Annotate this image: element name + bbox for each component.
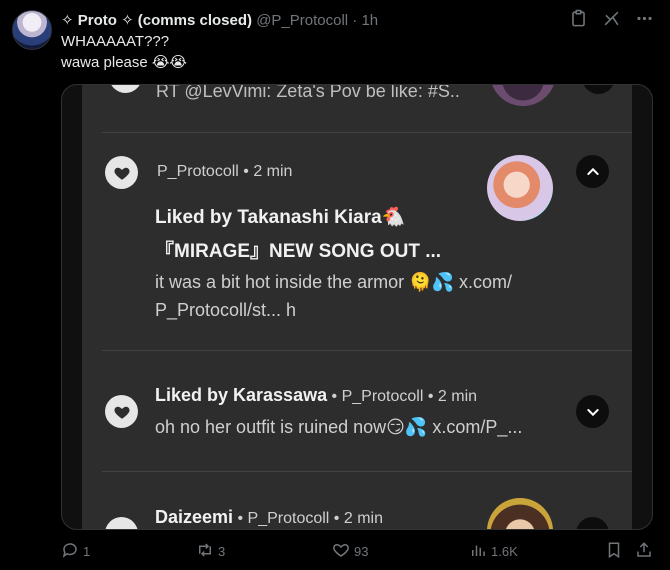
- notif-3-avatar: [487, 498, 553, 529]
- partial-chevron-top: [582, 85, 615, 94]
- views-icon: [469, 541, 487, 562]
- expand-chevron-button[interactable]: [576, 395, 609, 428]
- notification-screen: RT @LevVimi: Zeta's Pov be like: #S.. P_…: [82, 84, 632, 529]
- reply-icon: [61, 541, 79, 562]
- heart-icon: [105, 156, 138, 189]
- notif-3-header: Daizeemi • P_Protocoll • 2 min: [155, 507, 383, 528]
- views-count: 1.6K: [491, 544, 518, 559]
- reply-count: 1: [83, 544, 91, 559]
- clipboard-icon[interactable]: [569, 9, 588, 28]
- display-name[interactable]: ✧ Proto ✧ (comms closed): [61, 12, 252, 29]
- post-text-line-1: WHAAAAAT???: [61, 33, 170, 50]
- notif-2-header: Liked by Karassawa • P_Protocoll • 2 min: [155, 385, 477, 406]
- notif-1-meta: P_Protocoll • 2 min: [157, 163, 293, 180]
- action-bar: 1 3 93 1.6K: [61, 541, 654, 561]
- divider: [102, 350, 632, 351]
- divider: [102, 132, 632, 133]
- avatar[interactable]: [12, 10, 52, 50]
- reply-button[interactable]: 1: [61, 541, 90, 562]
- bookmark-button[interactable]: [605, 541, 623, 562]
- notif-1-body-line-1: it was a bit hot inside the armor 🫠💦 x.c…: [155, 272, 512, 292]
- repost-icon: [196, 541, 214, 562]
- heart-icon: [105, 395, 138, 428]
- partial-avatar-top: [490, 85, 556, 106]
- notif-1-title-line-2: 『MIRAGE』NEW SONG OUT ...: [155, 241, 442, 262]
- notif-1-avatar: [487, 155, 553, 221]
- top-snippet: RT @LevVimi: Zeta's Pov be like: #S..: [156, 84, 460, 101]
- grok-icon[interactable]: [602, 9, 621, 28]
- like-count: 93: [354, 544, 369, 559]
- notif-2-title: Liked by Karassawa: [155, 385, 328, 405]
- notif-3-title: Daizeemi: [155, 507, 234, 527]
- bookmark-icon: [605, 541, 623, 562]
- views-button[interactable]: 1.6K: [469, 541, 518, 562]
- notif-3-meta: • P_Protocoll • 2 min: [233, 510, 383, 527]
- notif-2-meta: • P_Protocoll • 2 min: [327, 388, 478, 405]
- like-button[interactable]: 93: [332, 541, 368, 562]
- post-top-icons: [569, 9, 654, 28]
- share-button[interactable]: [635, 541, 653, 562]
- divider: [102, 471, 632, 472]
- embedded-screenshot[interactable]: RT @LevVimi: Zeta's Pov be like: #S.. P_…: [61, 84, 653, 530]
- post-text-line-2: wawa please 😭😭: [61, 54, 187, 71]
- collapse-chevron-button[interactable]: [576, 155, 609, 188]
- partial-heart-icon: [109, 85, 142, 93]
- partial-icon: [105, 517, 138, 529]
- handle[interactable]: @P_Protocoll: [256, 12, 348, 29]
- timestamp[interactable]: · 1h: [352, 12, 378, 29]
- notif-1-body-line-2: P_Protocoll/st... h: [155, 300, 297, 320]
- share-icon: [635, 541, 653, 562]
- partial-chevron-bottom: [576, 517, 609, 529]
- notif-2-body: oh no her outfit is ruined now😏💦 x.com/P…: [155, 417, 523, 437]
- repost-count: 3: [218, 544, 226, 559]
- like-icon: [332, 541, 350, 562]
- notif-1-title-line-1: Liked by Takanashi Kiara🐔: [155, 207, 406, 228]
- repost-button[interactable]: 3: [196, 541, 225, 562]
- more-options-icon[interactable]: [635, 9, 654, 28]
- post-header: ✧ Proto ✧ (comms closed) @P_Protocoll · …: [61, 11, 378, 29]
